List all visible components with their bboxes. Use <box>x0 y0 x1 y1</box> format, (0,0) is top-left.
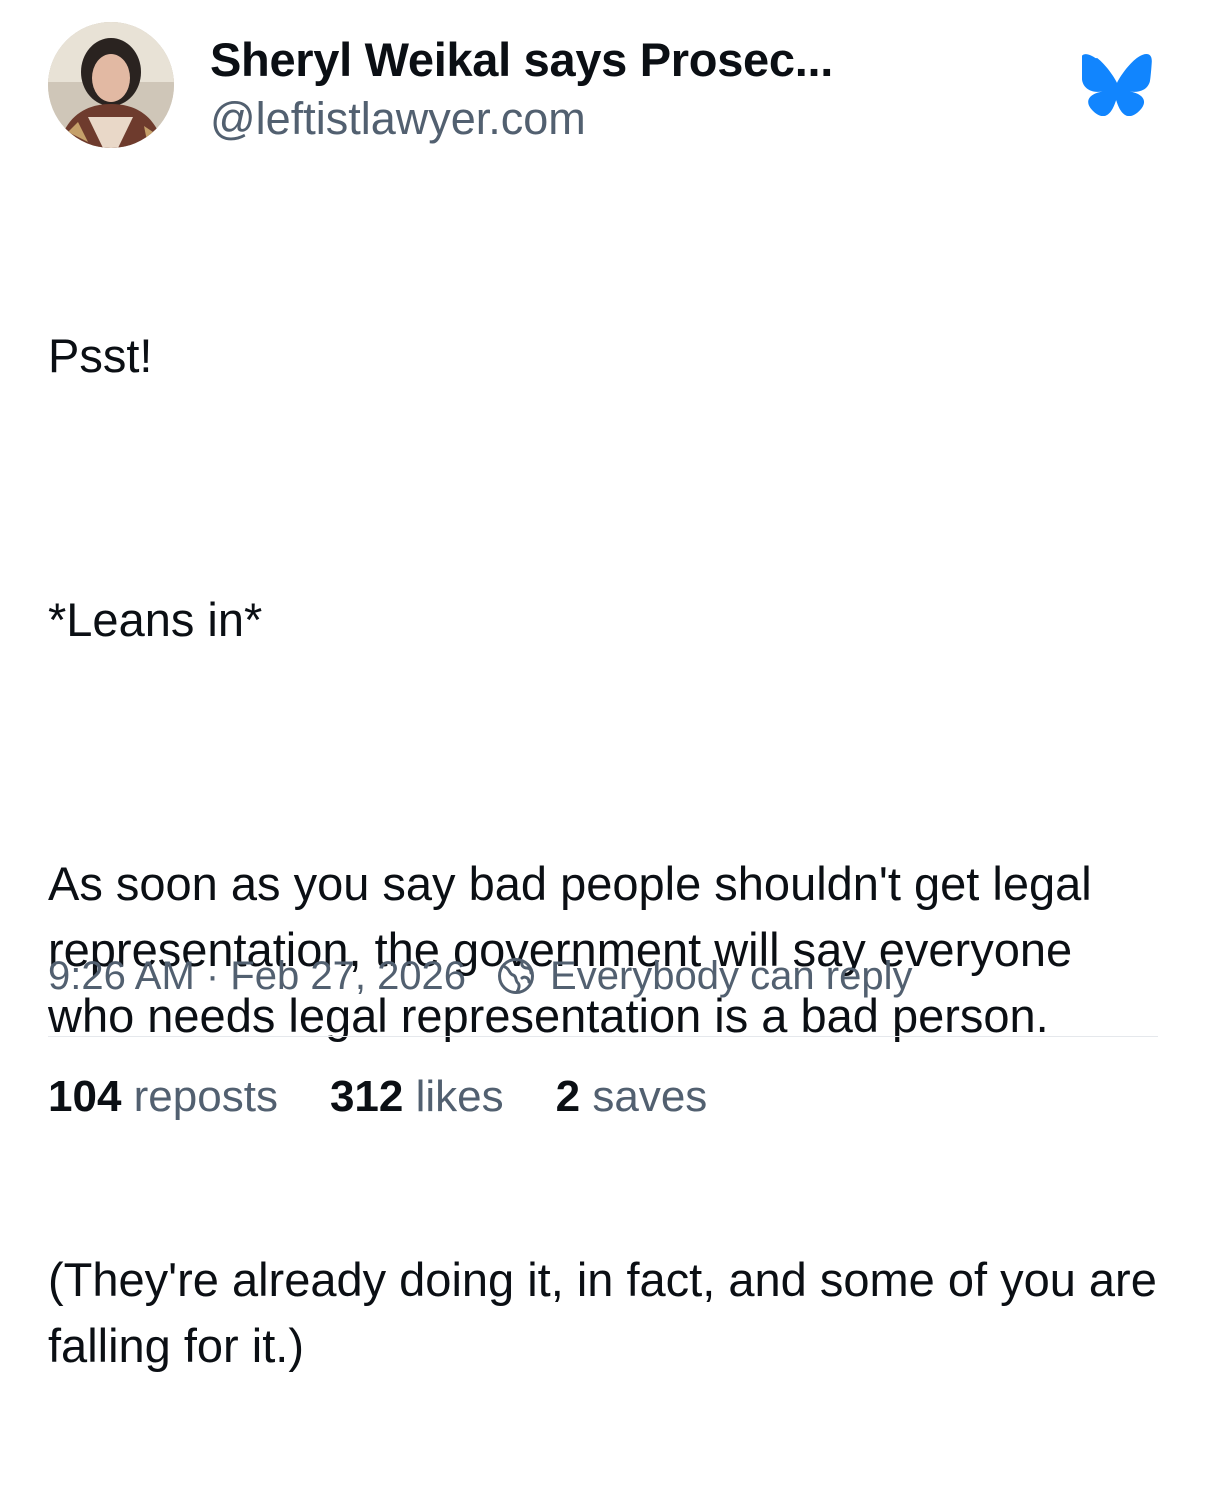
author-display-name[interactable]: Sheryl Weikal says Prosec... <box>210 32 833 87</box>
globe-icon <box>496 956 536 996</box>
post-text: Psst! *Leans in* As soon as you say bad … <box>48 191 1168 1511</box>
post-card: Sheryl Weikal says Prosec... @leftistlaw… <box>0 0 1206 1372</box>
avatar[interactable] <box>48 22 174 148</box>
saves-label: saves <box>592 1072 708 1121</box>
avatar-image <box>48 22 174 148</box>
reposts-count: 104 <box>48 1072 122 1121</box>
post-paragraph: (They're already doing it, in fact, and … <box>48 1253 1170 1372</box>
post-stats: 104 reposts 312 likes 2 saves <box>48 1072 759 1122</box>
post-meta: 9:26 AM · Feb 27, 2026 Everybody can rep… <box>48 948 912 1004</box>
likes-count: 312 <box>329 1072 404 1121</box>
post-paragraph: Psst! <box>48 329 153 382</box>
saves-stat[interactable]: 2 saves <box>556 1072 708 1122</box>
likes-stat[interactable]: 312 likes <box>330 1072 504 1122</box>
author-handle[interactable]: @leftistlawyer.com <box>210 93 586 145</box>
post-paragraph: *Leans in* <box>48 593 263 646</box>
reply-setting-label[interactable]: Everybody can reply <box>550 954 912 999</box>
saves-count: 2 <box>555 1072 581 1121</box>
divider <box>48 1036 1158 1037</box>
reposts-stat[interactable]: 104 reposts <box>48 1072 278 1122</box>
likes-label: likes <box>415 1072 504 1121</box>
bluesky-butterfly-icon[interactable] <box>1082 54 1152 116</box>
reposts-label: reposts <box>133 1072 278 1121</box>
post-timestamp[interactable]: 9:26 AM · Feb 27, 2026 <box>48 954 466 999</box>
